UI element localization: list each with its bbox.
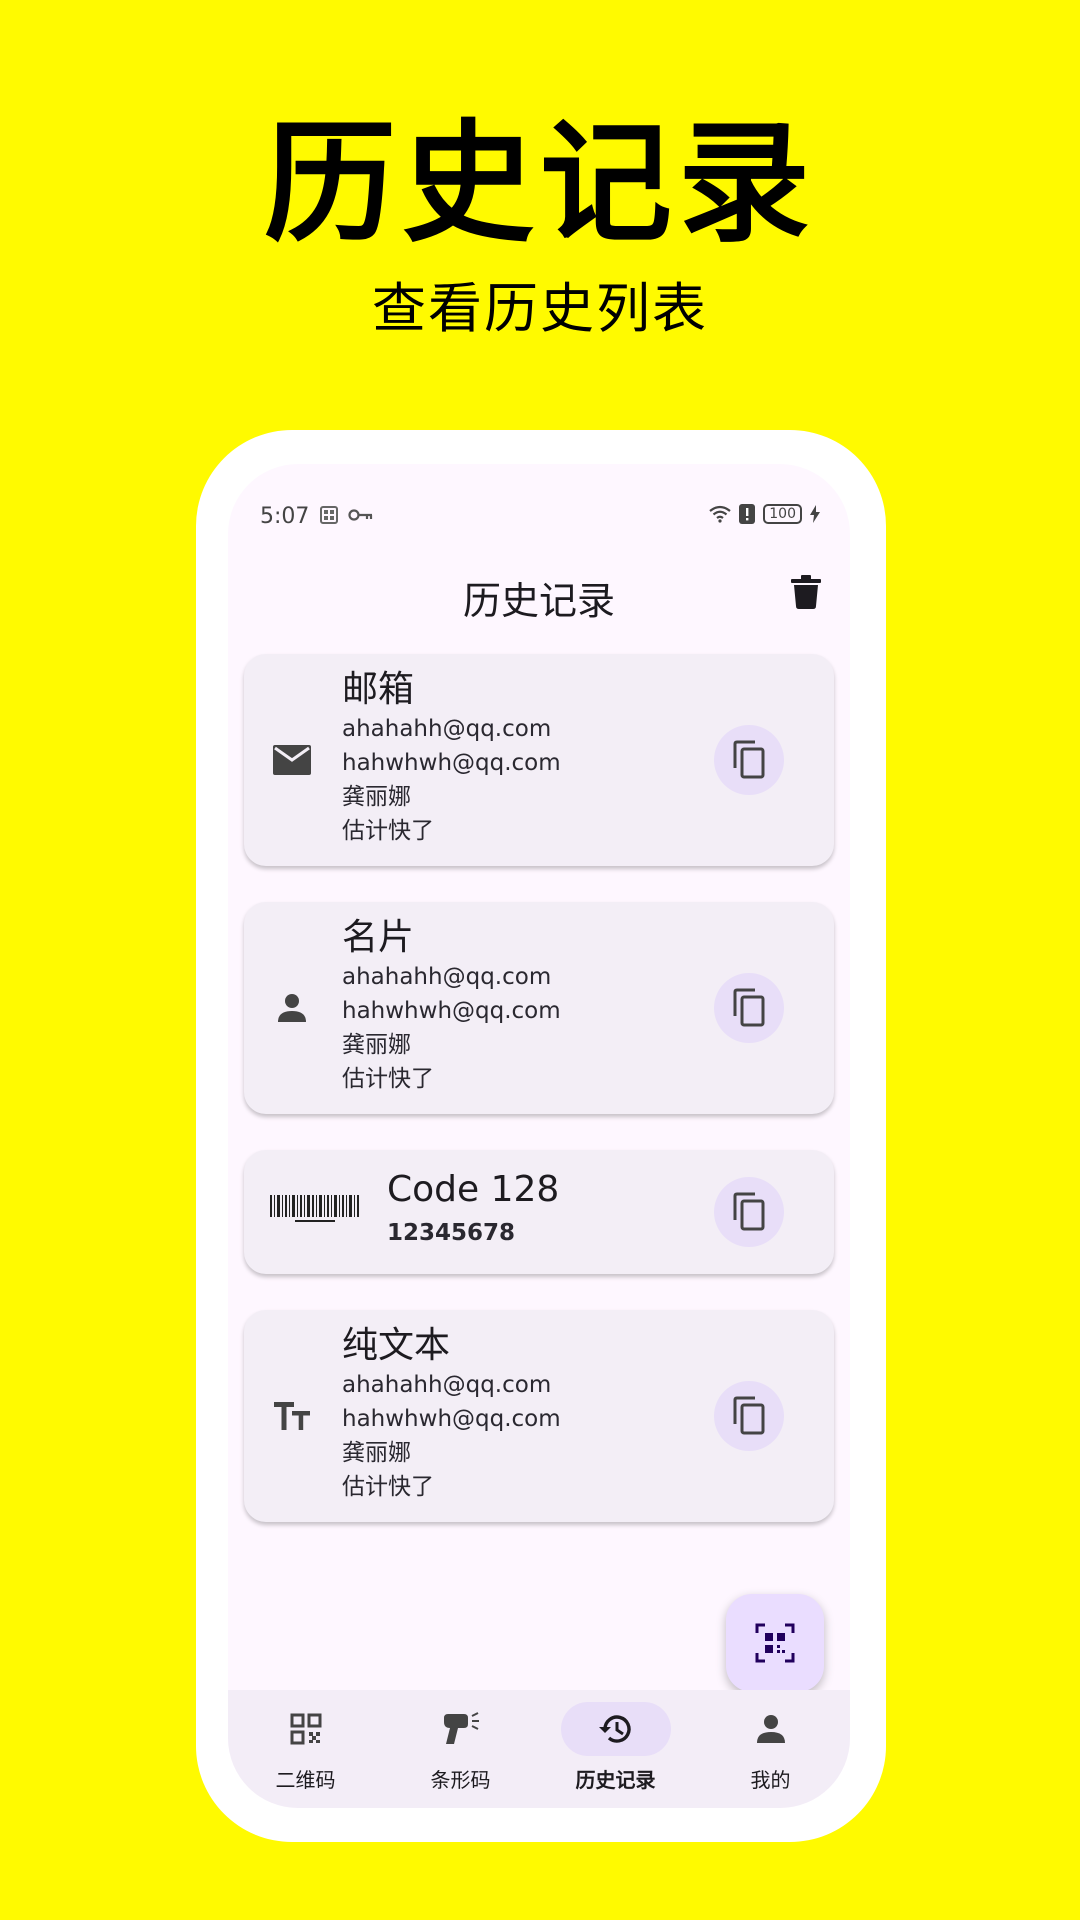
nav-item-profile[interactable]: 我的: [693, 1702, 848, 1802]
item-line: 龚丽娜: [342, 1032, 411, 1058]
clear-history-button[interactable]: [782, 568, 830, 616]
item-type-title: 邮箱: [342, 669, 415, 710]
item-line: 估计快了: [342, 818, 434, 844]
page-title: 历史记录: [462, 579, 615, 623]
alert-icon: [739, 504, 756, 524]
app-screen: 5:07 100 历史记录 邮箱 ahahahh@qq.com hahwhwh@…: [228, 464, 850, 1808]
item-line: 龚丽娜: [342, 784, 411, 810]
nav-label: 二维码: [275, 1768, 336, 1792]
bottom-navigation: 二维码 条形码 历史记录 我的: [228, 1690, 850, 1808]
nav-item-barcode[interactable]: 条形码: [383, 1702, 538, 1802]
nav-item-history[interactable]: 历史记录: [538, 1702, 693, 1802]
promo-title: 历史记录: [264, 107, 816, 261]
copy-icon: [733, 1192, 765, 1231]
history-item-contact[interactable]: 名片 ahahahh@qq.com hahwhwh@qq.com 龚丽娜 估计快…: [244, 902, 834, 1114]
nav-label: 我的: [750, 1768, 791, 1792]
person-icon: [278, 994, 306, 1022]
item-line: ahahahh@qq.com: [342, 1372, 552, 1398]
text-format-icon: [274, 1402, 310, 1430]
notification-grid-icon: [320, 506, 338, 524]
item-line: ahahahh@qq.com: [342, 716, 552, 742]
qr-scan-icon: [755, 1623, 795, 1663]
item-line: 12345678: [387, 1220, 516, 1246]
battery-indicator: 100: [763, 504, 802, 524]
copy-button[interactable]: [714, 973, 784, 1043]
barcode-icon: [270, 1195, 359, 1222]
item-line: 估计快了: [342, 1066, 434, 1092]
status-bar: 5:07 100: [228, 464, 850, 542]
item-line: hahwhwh@qq.com: [342, 1406, 561, 1432]
item-line: hahwhwh@qq.com: [342, 750, 561, 776]
barcode-scanner-icon: [443, 1712, 479, 1744]
copy-button[interactable]: [714, 1381, 784, 1451]
copy-icon: [733, 1396, 765, 1435]
history-item-email[interactable]: 邮箱 ahahahh@qq.com hahwhwh@qq.com 龚丽娜 估计快…: [244, 654, 834, 866]
scan-fab-button[interactable]: [726, 1594, 824, 1692]
copy-button[interactable]: [714, 725, 784, 795]
item-line: ahahahh@qq.com: [342, 964, 552, 990]
email-icon: [273, 745, 311, 775]
item-line: hahwhwh@qq.com: [342, 998, 561, 1024]
app-bar: 历史记录: [228, 554, 850, 624]
phone-frame: 5:07 100 历史记录 邮箱 ahahahh@qq.com hahwhwh@…: [196, 430, 886, 1842]
qr-code-icon: [290, 1713, 321, 1745]
item-type-title: Code 128: [387, 1169, 560, 1210]
item-line: 龚丽娜: [342, 1440, 411, 1466]
history-item-text[interactable]: 纯文本 ahahahh@qq.com hahwhwh@qq.com 龚丽娜 估计…: [244, 1310, 834, 1522]
nav-item-qrcode[interactable]: 二维码: [228, 1702, 383, 1802]
item-line: 估计快了: [342, 1474, 434, 1500]
item-type-title: 纯文本: [342, 1325, 451, 1366]
copy-icon: [733, 740, 765, 779]
key-icon: [348, 509, 373, 521]
copy-icon: [733, 988, 765, 1027]
charging-icon: [810, 505, 820, 523]
history-icon: [598, 1715, 631, 1743]
nav-label: 历史记录: [575, 1768, 656, 1792]
person-icon: [756, 1715, 785, 1743]
trash-icon: [791, 575, 821, 609]
wifi-icon: [709, 505, 731, 523]
status-time: 5:07: [260, 504, 310, 529]
promo-subtitle: 查看历史列表: [372, 277, 708, 340]
history-item-barcode[interactable]: Code 128 12345678: [244, 1150, 834, 1274]
item-type-title: 名片: [342, 917, 415, 958]
copy-button[interactable]: [714, 1177, 784, 1247]
nav-label: 条形码: [430, 1768, 491, 1792]
